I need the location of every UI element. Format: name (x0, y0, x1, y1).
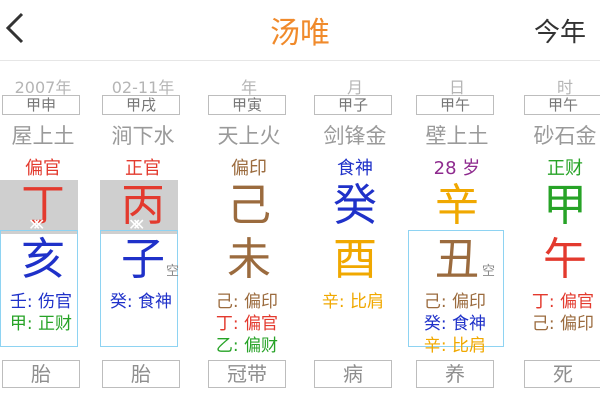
heavenly-stem[interactable]: 甲 (522, 175, 600, 237)
hidden-stem: 辛: 比肩 (321, 292, 385, 312)
hidden-stem: 甲: 正财 (9, 314, 73, 334)
hidden-stem: 癸: 食神 (109, 292, 173, 312)
cross-mark-icon: ✕ (132, 215, 146, 234)
heavenly-stem[interactable]: 辛 (414, 175, 500, 237)
heavenly-stem[interactable]: 己 (206, 175, 292, 237)
nayin-label: 砂石金 (533, 124, 597, 148)
life-stage-box: 死 (524, 360, 600, 388)
ganzhi-box: 甲子 (314, 95, 392, 115)
life-stage-box: 病 (314, 360, 392, 388)
nayin-label: 涧下水 (111, 124, 175, 148)
hidden-stem: 辛: 比肩 (423, 336, 487, 356)
life-stage-box: 养 (416, 360, 494, 388)
this-year-button[interactable]: 今年 (534, 12, 586, 49)
hidden-stem: 己: 偏印 (531, 314, 595, 334)
nayin-label: 天上火 (217, 124, 281, 148)
pillar-column[interactable]: 时甲午 砂石金 正财甲午丁: 偏官 己: 偏印死 (522, 60, 600, 400)
nayin-label: 剑锋金 (323, 124, 387, 148)
nayin-label: 屋上土 (11, 124, 75, 148)
ganzhi-box: 甲午 (524, 95, 600, 115)
page-title: 汤唯 (270, 16, 330, 51)
earthly-branch[interactable]: 午 (522, 230, 600, 290)
cross-mark-icon: ✕ (32, 215, 46, 234)
ganzhi-box: 甲寅 (208, 95, 286, 115)
pillar-column[interactable]: 月甲子 剑锋金 食神癸酉辛: 比肩病 (312, 60, 398, 400)
ganzhi-box: 甲戌 (102, 95, 180, 115)
life-stage-box: 胎 (102, 360, 180, 388)
pillar-column[interactable]: 年甲寅 天上火 偏印己未己: 偏印 丁: 偏官 乙: 偏财 冠带 (206, 60, 292, 400)
heavenly-stem[interactable]: 癸 (312, 175, 398, 237)
hidden-stem: 乙: 偏财 (215, 336, 279, 356)
pillar-column[interactable]: 2007年 甲申 屋上土 偏官丁 ✕ 亥 ✕ 壬: 伤官 甲: 正财胎 (0, 60, 86, 400)
void-marker: 空 (482, 264, 496, 279)
ganzhi-box: 甲申 (2, 95, 80, 115)
pillar-column[interactable]: 日甲午 壁上土 28 岁辛丑空己: 偏印 癸: 食神 辛: 比肩养 (408, 60, 504, 400)
ganzhi-box: 甲午 (416, 95, 494, 115)
void-marker: 空 (166, 264, 180, 279)
life-stage-box: 冠带 (208, 360, 286, 388)
nayin-label: 壁上土 (425, 124, 489, 148)
earthly-branch[interactable]: 亥 (0, 230, 86, 290)
header-bar: 汤唯 今年 (0, 0, 600, 61)
pillar-column[interactable]: 02-11年 甲戌 涧下水 正官丙 ✕ 子 ✕ 空癸: 食神胎 (100, 60, 186, 400)
earthly-branch[interactable]: 未 (206, 230, 292, 290)
life-stage-box: 胎 (2, 360, 80, 388)
earthly-branch[interactable]: 酉 (312, 230, 398, 290)
